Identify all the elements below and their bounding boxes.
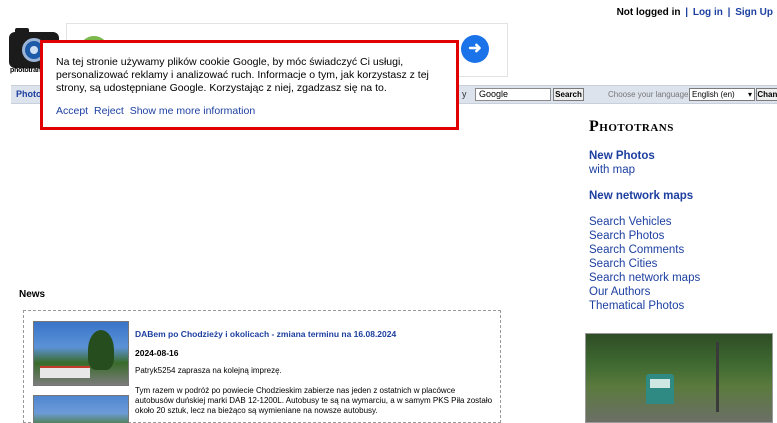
- sidebar-new-network-maps-link[interactable]: New network maps: [589, 189, 777, 203]
- sidebar-thematical-photos-link[interactable]: Thematical Photos: [589, 299, 777, 313]
- sidebar-search-vehicles-link[interactable]: Search Vehicles: [589, 215, 777, 229]
- cookie-message: Na tej stronie używamy plików cookie Goo…: [56, 56, 429, 94]
- sidebar-search-comments-link[interactable]: Search Comments: [589, 243, 777, 257]
- featured-photo[interactable]: [585, 333, 773, 423]
- language-select[interactable]: English (en) ▾: [689, 88, 755, 101]
- sidebar: Phototrans New Photos with map New netwo…: [585, 118, 777, 423]
- signup-link[interactable]: Sign Up: [735, 7, 773, 18]
- news-title-link[interactable]: DABem po Chodzieży i okolicach - zmiana …: [135, 329, 396, 339]
- login-link[interactable]: Log in: [693, 7, 723, 18]
- separator: |: [727, 7, 731, 18]
- sidebar-new-photos-link[interactable]: New Photos: [589, 149, 777, 163]
- cookie-more-info-link[interactable]: Show me more information: [130, 105, 255, 117]
- cookie-actions: Accept Reject Show me more information: [56, 105, 258, 117]
- sidebar-our-authors-link[interactable]: Our Authors: [589, 285, 777, 299]
- sidebar-search-photos-link[interactable]: Search Photos: [589, 229, 777, 243]
- ad-arrow-icon[interactable]: ➜: [461, 35, 489, 63]
- news-thumbnail[interactable]: [33, 395, 129, 423]
- news-body: Tym razem w podróż po powiecie Chodziesk…: [135, 386, 493, 415]
- separator: |: [685, 7, 689, 18]
- language-label: Choose your language:: [608, 90, 691, 99]
- search-button[interactable]: Search: [553, 88, 584, 101]
- news-invite: Patryk5254 zaprasza na kolejną imprezę.: [135, 366, 282, 375]
- news-date: 2024-08-16: [135, 348, 179, 358]
- cookie-reject-button[interactable]: Reject: [94, 105, 124, 117]
- account-bar: Not logged in | Log in | Sign Up: [617, 7, 773, 18]
- chevron-down-icon: ▾: [747, 90, 752, 99]
- change-language-button[interactable]: Change: [756, 88, 777, 101]
- search-by-label: y: [462, 89, 467, 99]
- cookie-accept-button[interactable]: Accept: [56, 105, 88, 117]
- sidebar-search-network-maps-link[interactable]: Search network maps: [589, 271, 777, 285]
- thumbnail-tree: [88, 330, 114, 370]
- login-status: Not logged in: [616, 7, 681, 18]
- photo-tram: [646, 374, 674, 404]
- cookie-consent-dialog: Na tej stronie używamy plików cookie Goo…: [40, 40, 459, 130]
- sidebar-with-map-link[interactable]: with map: [589, 163, 777, 177]
- language-select-value: English (en): [692, 90, 735, 99]
- news-box: DABem po Chodzieży i okolicach - zmiana …: [23, 310, 501, 423]
- photo-pole: [716, 342, 719, 412]
- sidebar-search-cities-link[interactable]: Search Cities: [589, 257, 777, 271]
- news-heading: News: [19, 289, 46, 300]
- thumbnail-bus: [40, 366, 90, 378]
- page: Not logged in | Log in | Sign Up phototr…: [0, 0, 777, 423]
- search-input[interactable]: Google: [475, 88, 551, 101]
- sidebar-brand: Phototrans: [589, 118, 674, 135]
- news-thumbnail[interactable]: [33, 321, 129, 386]
- sidebar-links: New Photos with map New network maps Sea…: [589, 149, 777, 313]
